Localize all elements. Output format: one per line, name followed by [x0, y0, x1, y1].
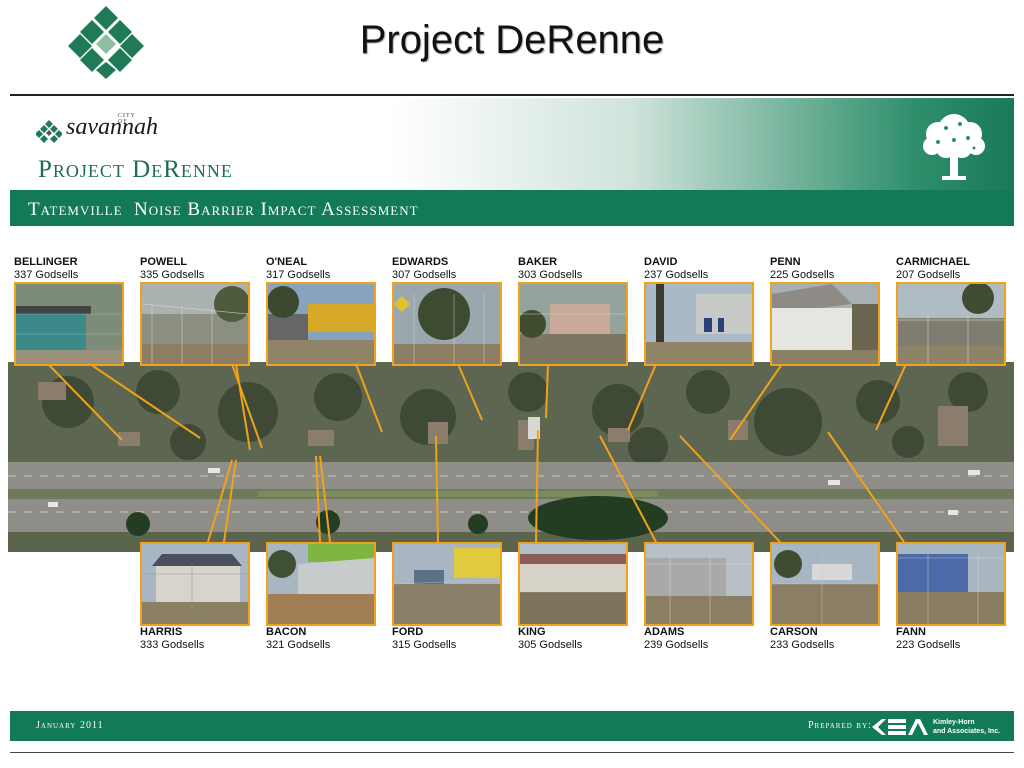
owner-name: BACON — [266, 626, 307, 638]
house-photo — [266, 282, 376, 366]
house-address: 317 Godsells — [266, 269, 331, 281]
owner-name: ADAMS — [644, 626, 685, 638]
aerial-photo — [8, 362, 1014, 552]
house-card: O'NEAL 317 Godsells — [266, 256, 376, 366]
house-address: 207 Godsells — [896, 269, 961, 281]
tree-icon — [923, 114, 985, 180]
assessment-subtitle: Tatemville Noise Barrier Impact Assessme… — [28, 199, 419, 220]
house-photo — [266, 542, 376, 626]
house-photo — [140, 542, 250, 626]
house-address: 333 Godsells — [140, 639, 205, 651]
firm-line-2: and Associates, Inc. — [933, 728, 1001, 735]
owner-name: EDWARDS — [392, 256, 449, 268]
house-card: FORD 315 Godsells — [392, 542, 502, 652]
house-card: PENN 225 Godsells — [770, 256, 880, 366]
house-address: 321 Godsells — [266, 639, 331, 651]
slide-title: Project DeRenne — [359, 18, 665, 62]
house-card: BACON 321 Godsells — [266, 542, 376, 652]
house-address: 305 Godsells — [518, 639, 583, 651]
house-photo — [770, 282, 880, 366]
house-address: 315 Godsells — [392, 639, 457, 651]
house-address: 223 Godsells — [896, 639, 961, 651]
owner-name: O'NEAL — [266, 256, 308, 268]
house-card: ADAMS 239 Godsells — [644, 542, 754, 652]
owner-name: FANN — [896, 626, 926, 638]
house-photo — [896, 282, 1006, 366]
owner-name: HARRIS — [140, 626, 183, 638]
house-photo — [644, 542, 754, 626]
prepared-by-label: Prepared by: — [808, 720, 872, 731]
owner-name: BAKER — [518, 256, 558, 268]
house-card: CARMICHAEL 207 Godsells — [896, 256, 1006, 366]
house-card: POWELL 335 Godsells — [140, 256, 250, 366]
house-photo — [518, 542, 628, 626]
house-card: BAKER 303 Godsells — [518, 256, 628, 366]
house-photo — [392, 282, 502, 366]
house-photo — [518, 282, 628, 366]
house-photo — [770, 542, 880, 626]
owner-name: BELLINGER — [14, 256, 78, 268]
firm-name: Kimley-Horn and Associates, Inc. — [933, 718, 1000, 736]
house-card: BELLINGER 337 Godsells — [14, 256, 124, 366]
house-address: 303 Godsells — [518, 269, 583, 281]
house-card: HARRIS 333 Godsells — [140, 542, 250, 652]
owner-name: FORD — [392, 626, 424, 638]
house-card: FANN 223 Godsells — [896, 542, 1006, 652]
savannah-diamond-icon — [36, 120, 62, 143]
house-card: KING 305 Godsells — [518, 542, 628, 652]
footer-divider — [10, 752, 1014, 753]
owner-name: CARSON — [770, 626, 818, 638]
owner-name: POWELL — [140, 256, 188, 268]
owner-name: PENN — [770, 256, 801, 268]
owner-name: KING — [518, 626, 546, 638]
house-card: CARSON 233 Godsells — [770, 542, 880, 652]
house-card: EDWARDS 307 Godsells — [392, 256, 502, 366]
house-photo — [14, 282, 124, 366]
house-photo — [140, 282, 250, 366]
house-address: 337 Godsells — [14, 269, 79, 281]
house-address: 225 Godsells — [770, 269, 835, 281]
house-address: 307 Godsells — [392, 269, 457, 281]
owner-name: DAVID — [644, 256, 678, 268]
project-name: Project DeRenne — [38, 156, 233, 183]
footer-date: January 2011 — [36, 720, 104, 731]
house-address: 239 Godsells — [644, 639, 709, 651]
owner-name: CARMICHAEL — [896, 256, 970, 268]
house-address: 233 Godsells — [770, 639, 835, 651]
firm-line-1: Kimley-Horn — [933, 719, 975, 726]
house-address: 237 Godsells — [644, 269, 709, 281]
house-photo — [392, 542, 502, 626]
brand-name: savannah — [66, 114, 158, 140]
house-photo — [896, 542, 1006, 626]
house-photo — [644, 282, 754, 366]
house-address: 335 Godsells — [140, 269, 205, 281]
header-divider — [10, 94, 1014, 96]
kimley-horn-logo — [872, 719, 928, 735]
house-card: DAVID 237 Godsells — [644, 256, 754, 366]
